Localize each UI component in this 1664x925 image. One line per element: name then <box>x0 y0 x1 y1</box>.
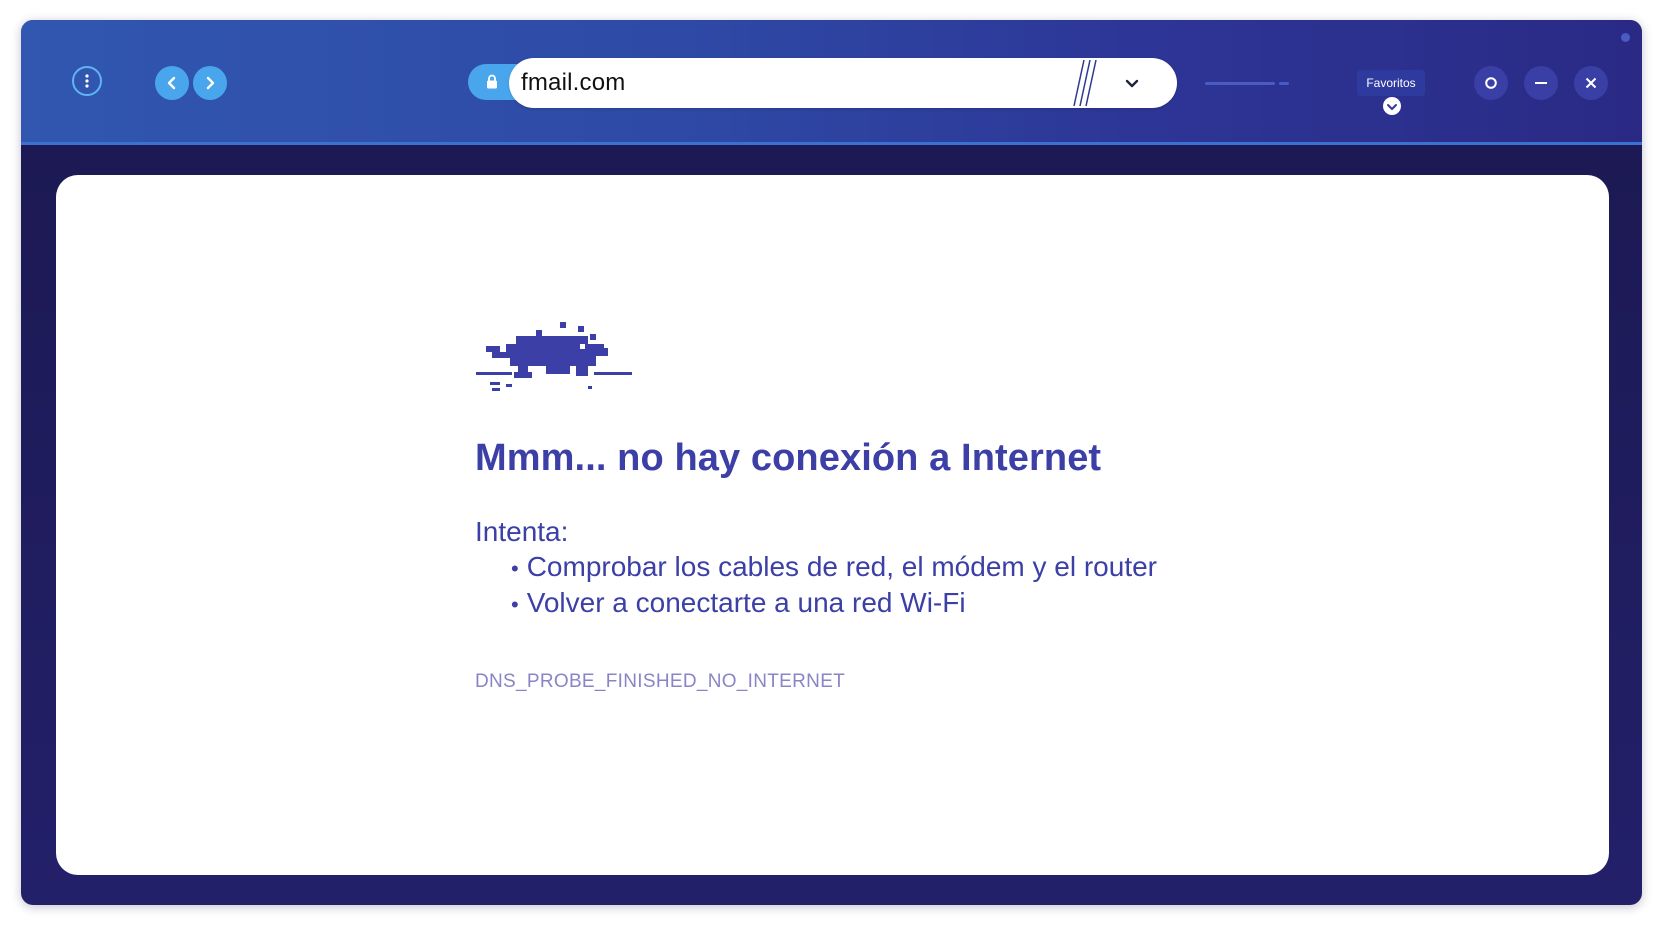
maximize-button[interactable] <box>1474 66 1508 100</box>
try-label: Intenta: <box>475 516 569 547</box>
loading-indicator <box>1205 82 1275 85</box>
error-title: Mmm... no hay conexión a Internet <box>475 437 1102 479</box>
chevron-left-icon <box>167 76 176 90</box>
chevron-down-circle-icon[interactable] <box>1382 96 1402 116</box>
chevron-right-icon <box>206 76 215 90</box>
chevron-down-icon[interactable] <box>1121 72 1143 94</box>
close-button[interactable] <box>1574 66 1608 100</box>
bookmarks-button[interactable]: Favoritos <box>1357 70 1425 96</box>
kebab-menu-icon <box>85 74 89 88</box>
address-bar[interactable]: fmail.com <box>509 58 1177 108</box>
back-button[interactable] <box>155 66 189 100</box>
forward-button[interactable] <box>193 66 227 100</box>
corner-dot <box>1621 33 1630 42</box>
suggestion-item: Volver a conectarte a una red Wi-Fi <box>511 585 1157 621</box>
menu-button[interactable] <box>72 66 102 96</box>
loading-indicator-dot <box>1279 82 1289 85</box>
suggestion-item: Comprobar los cables de red, el módem y … <box>511 549 1157 585</box>
lock-icon <box>487 74 497 89</box>
url-divider-slashes <box>1073 59 1097 107</box>
circle-icon <box>1485 77 1497 89</box>
pixel-dinosaur-icon <box>476 322 632 391</box>
browser-window: fmail.com Favoritos Mmm... no hay conexi… <box>21 20 1642 905</box>
minimize-button[interactable] <box>1524 66 1558 100</box>
error-code: DNS_PROBE_FINISHED_NO_INTERNET <box>475 671 846 692</box>
url-text[interactable]: fmail.com <box>521 58 625 108</box>
error-page: Mmm... no hay conexión a Internet Intent… <box>56 175 1609 875</box>
browser-toolbar: fmail.com Favoritos <box>21 20 1642 145</box>
minus-icon <box>1535 82 1547 84</box>
suggestion-list: Comprobar los cables de red, el módem y … <box>511 549 1157 621</box>
close-icon <box>1585 77 1597 89</box>
